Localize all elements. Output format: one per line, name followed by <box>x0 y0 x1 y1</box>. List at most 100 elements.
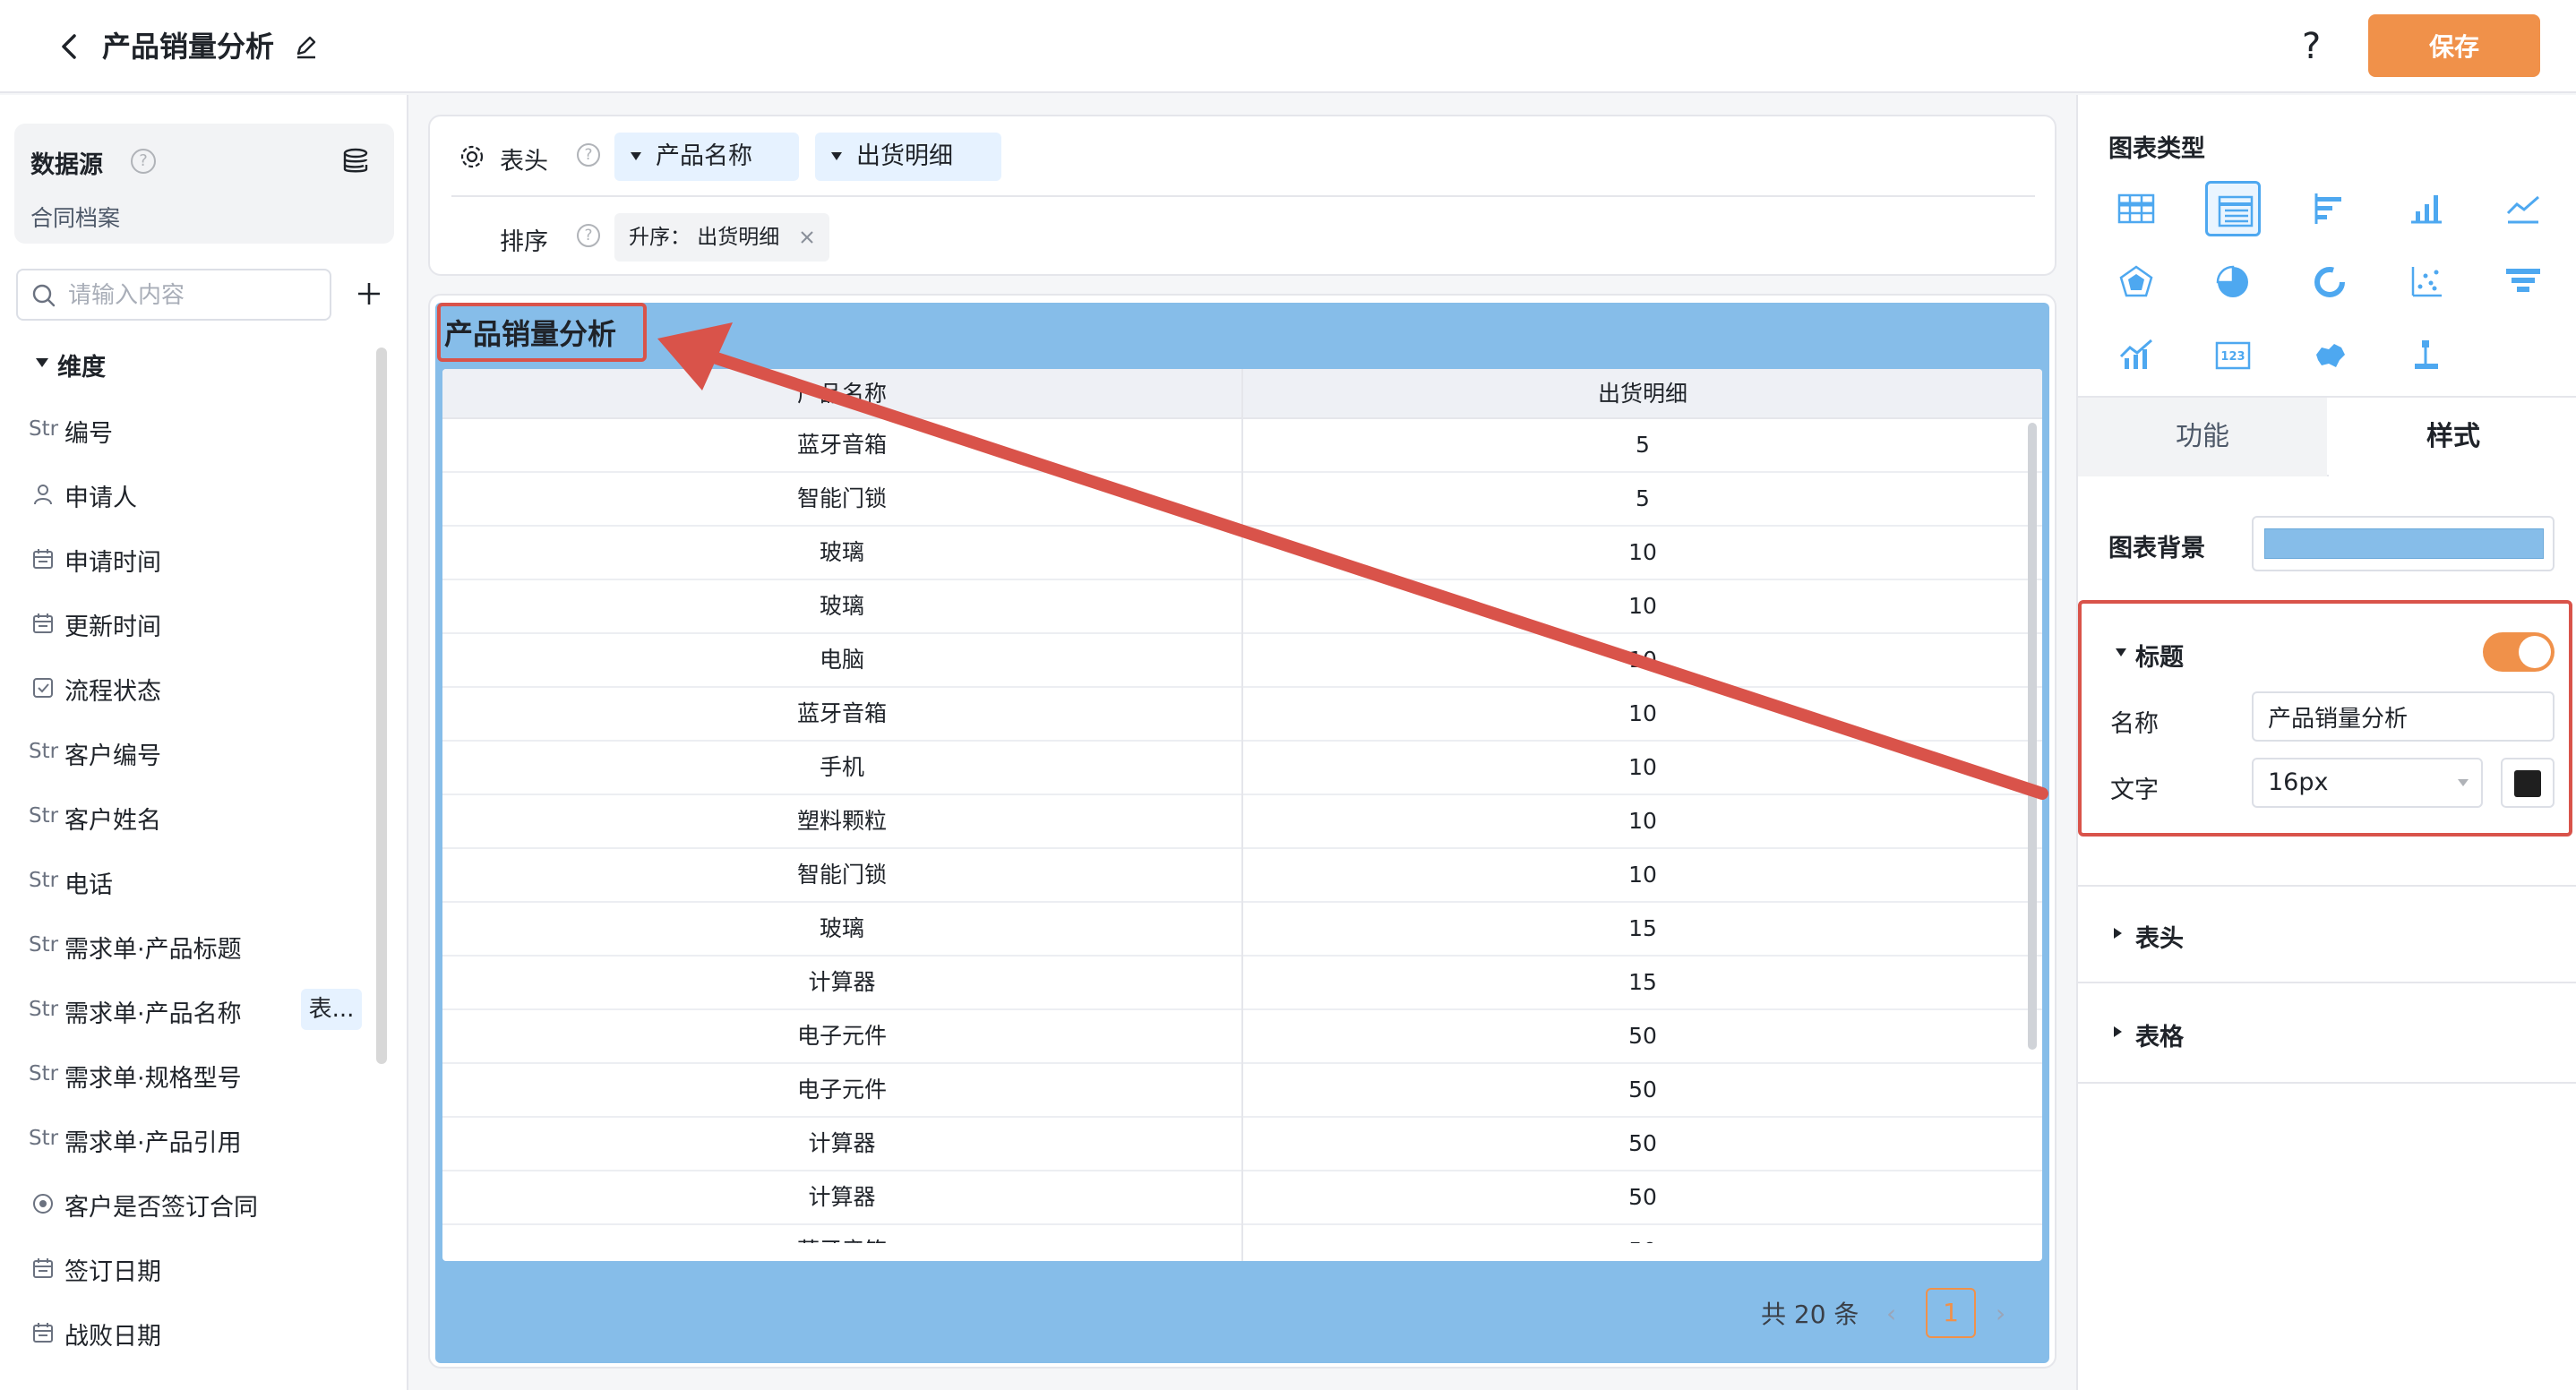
tab-function[interactable]: 功能 <box>2078 398 2327 476</box>
pagination-page-button[interactable]: 1 <box>1926 1288 1976 1338</box>
field-item[interactable]: 更新时间 <box>0 591 376 656</box>
field-type-badge: Str <box>29 869 59 892</box>
field-item[interactable]: Str 需求单·产品引用 <box>0 1107 376 1171</box>
scatter-chart-icon[interactable] <box>2399 254 2454 310</box>
field-item[interactable]: Str 需求单·规格型号 <box>0 1042 376 1107</box>
number-card-icon[interactable]: 123 <box>2205 328 2261 383</box>
field-label: 申请时间 <box>64 549 161 577</box>
column-header[interactable]: 出货明细 <box>1243 369 2042 419</box>
table-cell: 5 <box>1636 485 1650 511</box>
table-cell: 计算器 <box>808 1184 876 1210</box>
horizontal-bar-chart-icon[interactable] <box>2302 181 2357 236</box>
caret-down-icon <box>2458 779 2469 786</box>
field-type-badge: Str <box>29 933 59 957</box>
title-section-label[interactable]: 标题 <box>2135 638 2184 673</box>
field-item[interactable]: 申请时间 <box>0 527 376 591</box>
help-circle-icon[interactable]: ? <box>577 143 600 167</box>
table-cell: 50 <box>1628 1130 1657 1156</box>
field-label: 需求单·规格型号 <box>64 1065 242 1093</box>
radar-chart-icon[interactable] <box>2108 254 2164 310</box>
table-cell: 10 <box>1628 539 1657 565</box>
pie-chart-icon[interactable] <box>2205 254 2261 310</box>
field-label: 签订日期 <box>64 1258 161 1286</box>
close-icon[interactable] <box>799 229 815 245</box>
table-cell: 电子元件 <box>796 1077 887 1103</box>
back-arrow-icon[interactable] <box>52 29 88 64</box>
field-label: 流程状态 <box>64 678 161 706</box>
caret-right-icon <box>2114 1026 2122 1037</box>
edit-pencil-icon[interactable] <box>292 32 321 61</box>
chevron-right-icon[interactable]: › <box>1996 1299 2005 1328</box>
property-panel: 图表类型 123 功能 样式 图表背景 标题 名称 产品销量分析 文字 16px… <box>2076 95 2576 1390</box>
field-item[interactable]: 战败日期 <box>0 1300 376 1365</box>
table-cell: 电子元件 <box>796 1023 887 1049</box>
header-dim-chip-1[interactable]: 产品名称 <box>614 133 799 181</box>
dimension-group-header[interactable]: 维度 <box>36 348 106 382</box>
sort-chip[interactable]: 升序： 出货明细 <box>614 213 829 262</box>
field-item[interactable]: 签订日期 <box>0 1236 376 1300</box>
table-cell: 10 <box>1628 700 1657 726</box>
color-swatch <box>2264 528 2544 559</box>
header-style-section[interactable]: 表头 <box>2078 885 2576 983</box>
chart-background-color-picker[interactable] <box>2252 516 2555 571</box>
field-item[interactable]: 流程状态 <box>0 656 376 720</box>
column-header[interactable]: 产品名称 <box>442 369 1241 419</box>
save-button[interactable]: 保存 <box>2368 14 2540 77</box>
header-dim-chip-2[interactable]: 出货明细 <box>815 133 1001 181</box>
pivot-table-icon[interactable] <box>2108 181 2164 236</box>
help-circle-icon[interactable]: ? <box>577 224 600 247</box>
help-circle-icon[interactable]: ? <box>131 149 156 174</box>
table-cell: 蓝牙音箱 <box>796 432 887 458</box>
field-item[interactable]: Str 电话 <box>0 849 376 914</box>
field-label: 需求单·产品名称 <box>64 1000 242 1028</box>
title-font-color-picker[interactable] <box>2501 758 2555 808</box>
database-switch-icon[interactable] <box>340 145 373 177</box>
table-cell: 玻璃 <box>819 539 864 565</box>
combo-chart-icon[interactable] <box>2108 328 2164 383</box>
search-input[interactable] <box>68 278 319 313</box>
datasource-name: 合同档案 <box>30 205 121 231</box>
field-item[interactable]: 客户是否签订合同 <box>0 1171 376 1236</box>
table-scrollbar[interactable] <box>2028 423 2037 1050</box>
vertical-bar-chart-icon[interactable] <box>2399 181 2454 236</box>
field-label: 编号 <box>64 420 113 448</box>
help-icon[interactable]: ? <box>2302 23 2321 70</box>
field-item[interactable]: Str 客户姓名 <box>0 785 376 849</box>
detail-table-icon[interactable] <box>2205 181 2261 236</box>
field-item[interactable]: Str 需求单·产品标题 <box>0 914 376 978</box>
caret-down-icon <box>631 152 641 160</box>
color-swatch <box>2514 770 2541 797</box>
table-style-section[interactable]: 表格 <box>2078 985 2576 1084</box>
field-item[interactable]: Str 需求单·产品名称 表... <box>0 978 376 1042</box>
title-visible-toggle[interactable] <box>2483 632 2555 672</box>
field-label: 需求单·产品引用 <box>64 1129 242 1157</box>
field-item[interactable]: Str 客户编号 <box>0 720 376 785</box>
table-cell: 10 <box>1628 647 1657 673</box>
calendar-icon <box>33 1258 53 1278</box>
title-name-input[interactable] <box>2252 691 2555 742</box>
field-type-badge: Str <box>29 1062 59 1085</box>
table-cell: 智能门锁 <box>796 862 887 888</box>
field-search-box[interactable] <box>16 269 331 321</box>
field-item[interactable]: Str 编号 <box>0 398 376 462</box>
search-icon <box>32 284 56 307</box>
title-font-size-select[interactable]: 16px <box>2252 758 2483 808</box>
funnel-chart-icon[interactable] <box>2495 254 2551 310</box>
field-item[interactable]: 申请人 <box>0 462 376 527</box>
caret-down-icon[interactable] <box>2116 648 2126 656</box>
chart-type-title: 图表类型 <box>2108 135 2205 163</box>
add-icon[interactable] <box>353 278 385 310</box>
field-label: 申请人 <box>64 485 137 512</box>
tab-style[interactable]: 样式 <box>2329 398 2576 476</box>
field-list-scrollbar[interactable] <box>376 348 387 1064</box>
field-label: 客户是否签订合同 <box>64 1194 258 1222</box>
datasource-card[interactable]: 数据源 ? 合同档案 <box>14 124 394 244</box>
settings-gear-icon <box>460 145 484 168</box>
field-panel: 数据源 ? 合同档案 维度 Str编号申请人申请时间更新时间流程状态Str客户编… <box>0 95 408 1390</box>
line-chart-icon[interactable] <box>2495 181 2551 236</box>
chevron-left-icon[interactable]: ‹ <box>1886 1299 1896 1328</box>
tree-chart-icon[interactable] <box>2399 328 2454 383</box>
field-label: 电话 <box>64 871 113 899</box>
donut-chart-icon[interactable] <box>2302 254 2357 310</box>
map-chart-icon[interactable] <box>2302 328 2357 383</box>
